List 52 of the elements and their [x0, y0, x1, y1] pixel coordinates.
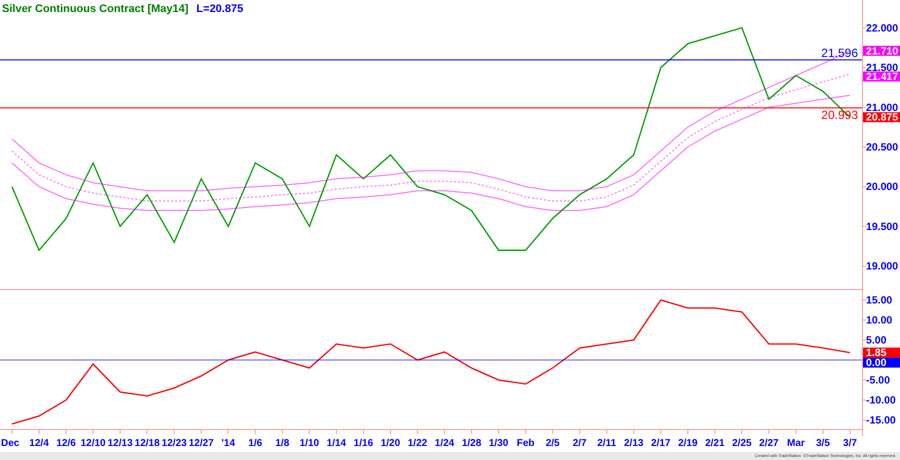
- axis-tick-label: 1/30: [488, 438, 508, 449]
- axis-tick-label: 19.000: [866, 260, 898, 273]
- axis-tick-label: 3/7: [843, 438, 857, 449]
- axis-tick-label: 15.00: [866, 294, 892, 306]
- axis-tick-label: Mar: [787, 438, 805, 449]
- axis-tick-label: 22.000: [866, 22, 898, 34]
- price-marker: 21.710: [863, 45, 900, 58]
- axis-tick-label: Dec: [1, 438, 20, 449]
- axis-tick-label: 1/10: [300, 438, 320, 449]
- axis-tick-label: 1/28: [462, 438, 482, 449]
- axis-tick-label: 12/13: [108, 438, 133, 449]
- axis-tick-label: 12/6: [56, 438, 76, 449]
- axis-tick-label: 1/16: [354, 438, 374, 449]
- axis-tick-label: 3/5: [816, 438, 830, 449]
- price-marker: 21.417: [863, 71, 900, 84]
- axis-tick-label: 12/10: [80, 438, 106, 449]
- axis-tick-label: 5.00: [866, 334, 886, 346]
- axis-tick-label: 19.500: [866, 220, 898, 233]
- axis-tick-label: 1/14: [326, 438, 346, 449]
- axis-tick-label: 12/27: [188, 438, 214, 449]
- axis-tick-label: 1/20: [380, 438, 400, 449]
- axis-tick-label: 2/17: [651, 438, 670, 449]
- price-marker: 1.85: [863, 347, 900, 360]
- axis-tick-label: 1/22: [408, 438, 428, 449]
- axis-tick-label: 21.000: [866, 102, 898, 114]
- axis-tick-label: 20.000: [866, 181, 898, 194]
- axis-tick-label: 20.500: [866, 141, 898, 154]
- axis-tick-label: 12/23: [162, 438, 187, 449]
- axis-tick-label: 2/11: [597, 438, 616, 449]
- price-marker: 20.875: [863, 112, 900, 124]
- axis-tick-label: 1/6: [248, 438, 262, 449]
- axis-tick-label: -15.00: [866, 414, 896, 426]
- axis-tick-label: -5.00: [866, 374, 890, 386]
- axis-tick-label: 12/4: [29, 438, 49, 449]
- axis-tick-label: 2/19: [678, 438, 698, 449]
- axis-tick-label: 12/18: [134, 438, 160, 449]
- axis-tick-label: 2/25: [732, 438, 752, 449]
- axis-tick-label: Feb: [516, 438, 534, 449]
- axis-tick-label: 2/13: [624, 438, 644, 449]
- last-price-label: L=20.875: [196, 2, 244, 17]
- axis-tick-label: -10.00: [866, 394, 896, 406]
- line-value-label: 20.993: [821, 108, 858, 122]
- price-marker: 0.00: [863, 357, 900, 370]
- chart-title: Silver Continuous Contract [May14]: [2, 2, 188, 17]
- axis-tick-label: '14: [222, 438, 236, 449]
- axis-tick-label: 2/7: [572, 438, 587, 449]
- axis-tick-label: 2/5: [546, 438, 560, 449]
- axis-tick-label: 1/8: [275, 438, 290, 449]
- axis-tick-label: 2/27: [759, 438, 779, 449]
- axis-tick-label: 2/21: [705, 438, 725, 449]
- axis-tick-label: 1/24: [434, 438, 454, 449]
- axis-tick-label: 10.00: [866, 314, 892, 326]
